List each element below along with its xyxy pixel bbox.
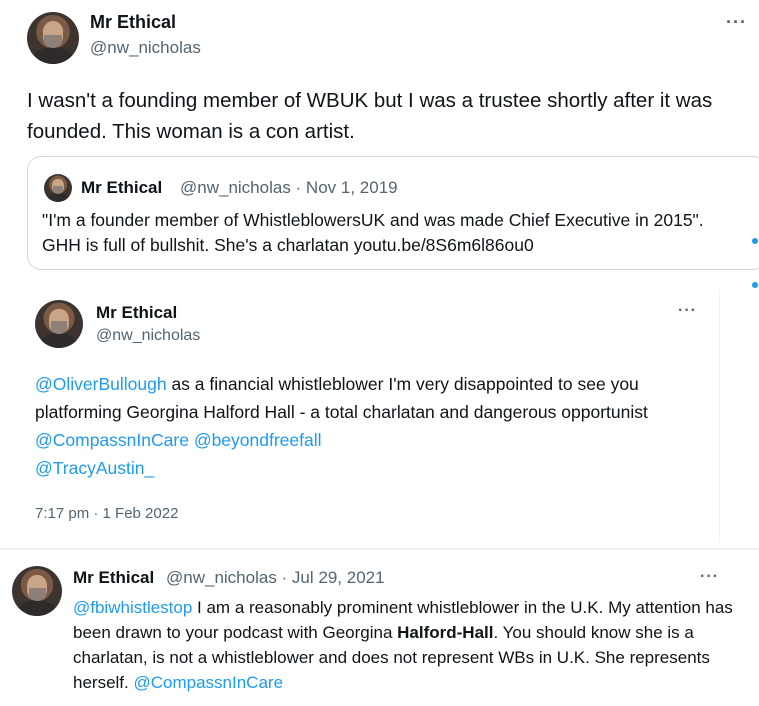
more-options-icon[interactable]: ···: [700, 568, 719, 586]
mention-link[interactable]: @TracyAustin_: [35, 458, 154, 478]
author-name[interactable]: Mr Ethical: [90, 12, 176, 33]
author-name[interactable]: Mr Ethical: [96, 303, 177, 323]
quoted-author-name: Mr Ethical: [81, 178, 163, 197]
quoted-author-handle-date: @nw_nicholas · Nov 1, 2019: [180, 178, 398, 197]
avatar[interactable]: [27, 12, 79, 64]
avatar[interactable]: [44, 174, 72, 202]
scroll-indicator-dot: [752, 282, 758, 288]
author-handle[interactable]: @nw_nicholas: [96, 327, 200, 345]
mention-link[interactable]: @OliverBullough: [35, 374, 167, 394]
author-handle-date[interactable]: @nw_nicholas · Jul 29, 2021: [166, 568, 385, 588]
avatar[interactable]: [35, 300, 83, 348]
quoted-link[interactable]: youtu.be/8S6m6l86ou0: [354, 235, 534, 255]
tweet-text-bold: Halford-Hall: [397, 623, 494, 642]
more-options-icon[interactable]: ···: [726, 12, 747, 33]
mention-link[interactable]: @fbiwhistlestop: [73, 598, 192, 617]
mention-link[interactable]: @CompassnInCare: [35, 430, 189, 450]
scroll-indicator-dot: [752, 238, 758, 244]
quoted-tweet-text: "I'm a founder member of WhistleblowersU…: [42, 208, 742, 258]
mention-link[interactable]: @beyondfreefall: [194, 430, 322, 450]
more-options-icon[interactable]: ···: [678, 302, 697, 320]
tweet-text: @fbiwhistlestop I am a reasonably promin…: [73, 595, 753, 695]
author-name[interactable]: Mr Ethical: [73, 568, 154, 588]
divider: [0, 548, 759, 550]
tweet-text: I wasn't a founding member of WBUK but I…: [27, 89, 713, 143]
tweet-timestamp[interactable]: 7:17 pm · 1 Feb 2022: [35, 505, 178, 522]
avatar[interactable]: [12, 566, 62, 616]
author-handle[interactable]: @nw_nicholas: [90, 38, 201, 58]
tweet-text: @OliverBullough as a financial whistlebl…: [35, 370, 715, 482]
mention-link[interactable]: @CompassnInCare: [133, 673, 283, 692]
